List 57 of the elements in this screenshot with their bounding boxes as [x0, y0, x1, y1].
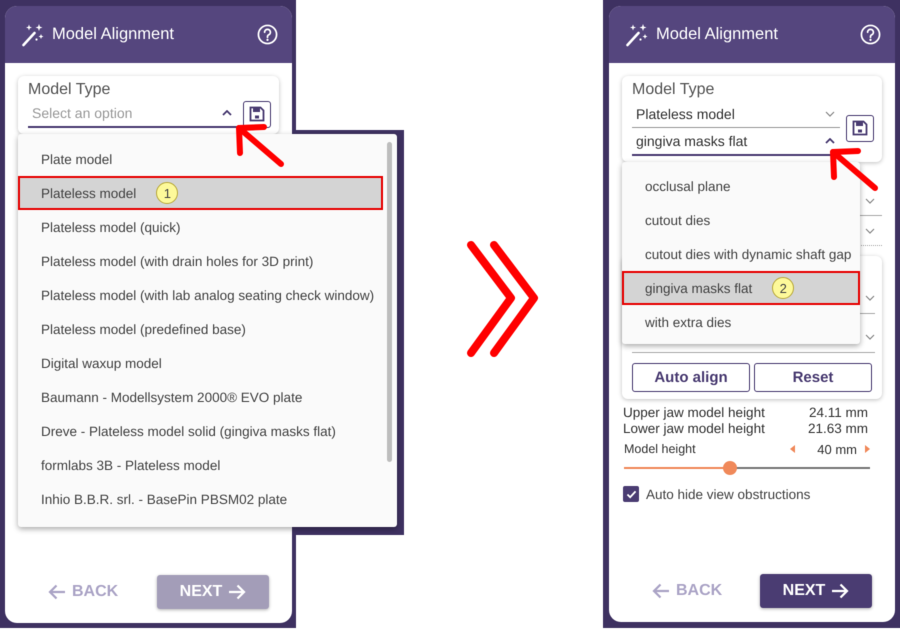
dropdown-option[interactable]: Plate model: [18, 142, 384, 176]
measurement-value: 24.11 mm: [808, 405, 868, 421]
dropdown-option[interactable]: occlusal plane: [622, 169, 860, 203]
arrow-right-icon: [831, 583, 850, 599]
arrow-left-icon: [652, 583, 670, 599]
dropdown-option[interactable]: Plateless model (with lab analog seating check window): [18, 278, 384, 312]
next-button[interactable]: NEXT: [760, 574, 872, 608]
slider-thumb[interactable]: [722, 461, 737, 475]
save-button[interactable]: [846, 114, 874, 142]
chevron-up-icon: [825, 138, 835, 144]
action-button[interactable]: Auto align: [632, 363, 750, 392]
left-triangle-icon[interactable]: [790, 445, 795, 453]
dropdown-option[interactable]: cutout dies with dynamic shaft gap: [622, 237, 860, 271]
dropdown-option[interactable]: Plateless model (with drain holes for 3D print): [18, 244, 384, 278]
arrow-left-icon: [48, 584, 66, 600]
model-type-label: Model Type: [632, 80, 716, 100]
panel-title: Model Alignment: [656, 25, 778, 44]
slider-label: Model height: [624, 442, 697, 456]
callout-number: 1: [156, 182, 178, 204]
dropdown-option[interactable]: Plateless model (quick): [18, 210, 384, 244]
select-field[interactable]: gingiva masks flat: [632, 128, 840, 156]
chevron-down-icon[interactable]: [865, 334, 875, 340]
dropdown-option[interactable]: Inhio B.B.R. srl. - BasePin PBSM02 plate: [18, 482, 384, 516]
dropdown-option[interactable]: formlabs 3B - Plateless model: [18, 448, 384, 482]
checkbox-label: Auto hide view obstructions: [646, 486, 810, 502]
measurement-label: Lower jaw model height: [623, 421, 765, 437]
model-type-label: Model Type: [28, 80, 112, 100]
callout-number: 2: [772, 277, 794, 299]
save-button[interactable]: [243, 100, 271, 128]
measurement-label: Upper jaw model height: [623, 405, 765, 421]
magic-wand-icon: [21, 22, 45, 46]
dropdown-option[interactable]: Baumann - Modellsystem 2000® EVO plate: [18, 380, 384, 414]
arrow-right-icon: [228, 584, 246, 600]
dropdown-option[interactable]: Plateless model 1: [18, 176, 384, 210]
dropdown-option[interactable]: Digital waxup model: [18, 346, 384, 380]
chevron-down-icon[interactable]: [865, 228, 875, 234]
panel-title: Model Alignment: [52, 25, 174, 44]
chevron-down-icon[interactable]: [865, 198, 875, 204]
right-triangle-icon[interactable]: [865, 445, 870, 453]
scrollbar-thumb[interactable]: [387, 142, 392, 462]
chevron-down-icon[interactable]: [865, 295, 875, 301]
dropdown-option[interactable]: Plateless model (predefined base): [18, 312, 384, 346]
dropdown-option[interactable]: gingiva masks flat 2: [622, 271, 860, 305]
checkmark-icon: [626, 490, 636, 498]
checkbox[interactable]: [623, 486, 639, 502]
dropdown-option[interactable]: with extra dies: [622, 305, 860, 339]
dropdown-option[interactable]: cutout dies: [622, 203, 860, 237]
slider-value: 40 mm: [816, 442, 857, 456]
help-icon[interactable]: [257, 24, 278, 45]
help-icon[interactable]: [860, 24, 881, 45]
chevron-up-icon: [222, 110, 232, 116]
magic-wand-icon: [625, 22, 649, 46]
chevron-down-icon: [825, 110, 835, 116]
select-field[interactable]: Plateless model: [632, 100, 840, 128]
action-button[interactable]: Reset: [754, 363, 872, 392]
measurement-value: 21.63 mm: [808, 421, 868, 437]
dropdown-option[interactable]: Dreve - Plateless model solid (gingiva masks flat): [18, 414, 384, 448]
